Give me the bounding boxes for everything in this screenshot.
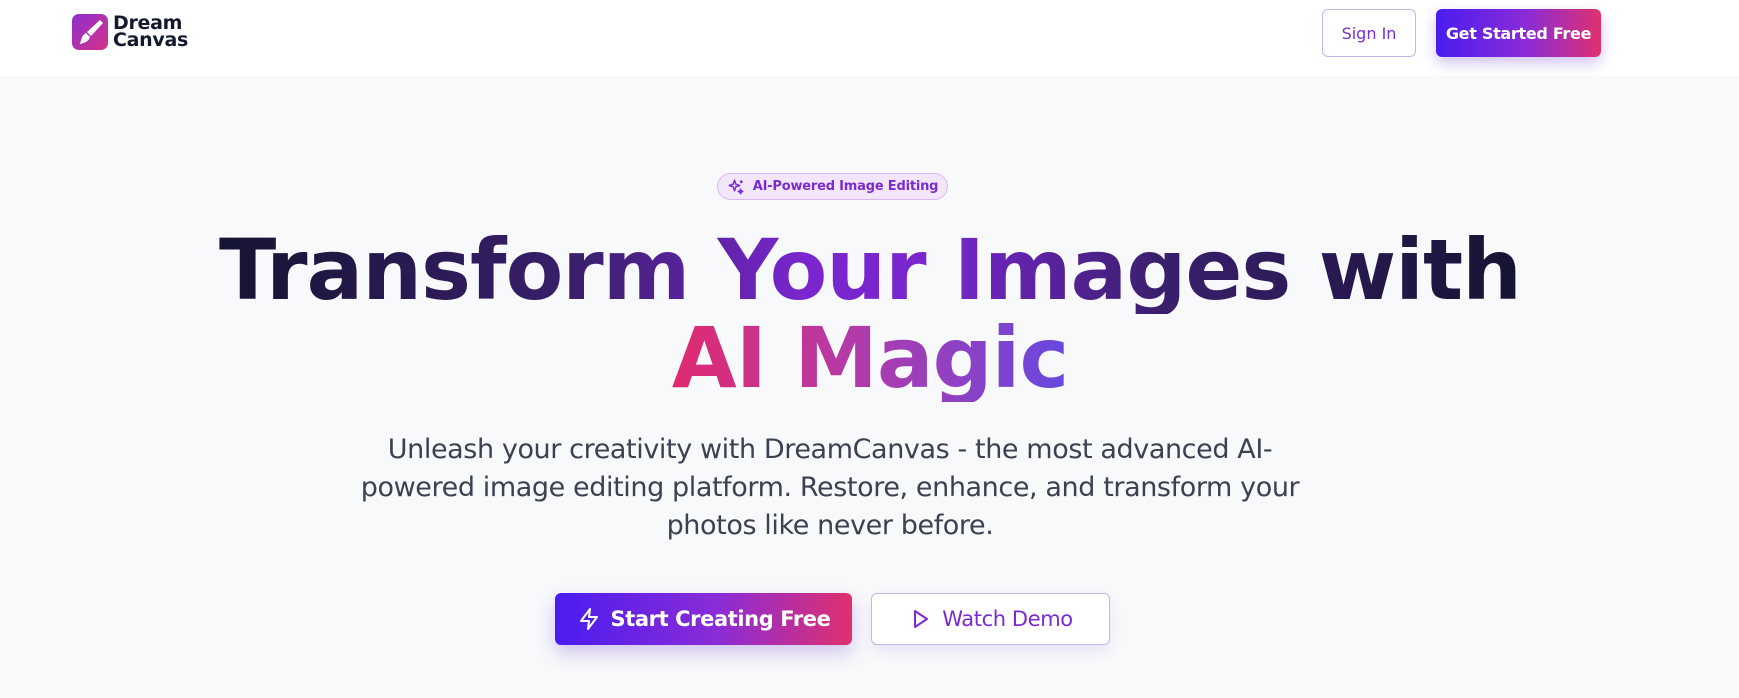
logo[interactable]: Dream Canvas — [72, 13, 189, 51]
sparkles-icon — [727, 178, 745, 196]
ai-badge: AI-Powered Image Editing — [717, 173, 948, 200]
badge-label: AI-Powered Image Editing — [752, 179, 939, 194]
paintbrush-icon — [72, 14, 108, 50]
start-creating-label: Start Creating Free — [610, 607, 831, 631]
top-navbar: Dream Canvas Sign In Get Started Free — [0, 0, 1739, 76]
get-started-button[interactable]: Get Started Free — [1436, 9, 1601, 57]
headline-line-2: AI Magic — [671, 309, 1069, 407]
headline-line-1: Transform Your Images with — [219, 221, 1522, 319]
hero-subtitle: Unleash your creativity with DreamCanvas… — [360, 434, 1300, 541]
watch-demo-button[interactable]: Watch Demo — [871, 593, 1110, 645]
lightning-icon — [577, 607, 601, 631]
landing-page: Dream Canvas Sign In Get Started Free AI… — [0, 0, 1739, 698]
hero-headline: Transform Your Images with AI Magic — [170, 226, 1570, 402]
sign-in-button[interactable]: Sign In — [1322, 9, 1416, 57]
logo-line-2: Canvas — [113, 29, 189, 51]
watch-demo-label: Watch Demo — [942, 607, 1073, 631]
play-icon — [908, 607, 932, 631]
logo-wordmark: Dream Canvas — [113, 14, 189, 51]
start-creating-button[interactable]: Start Creating Free — [555, 593, 852, 645]
